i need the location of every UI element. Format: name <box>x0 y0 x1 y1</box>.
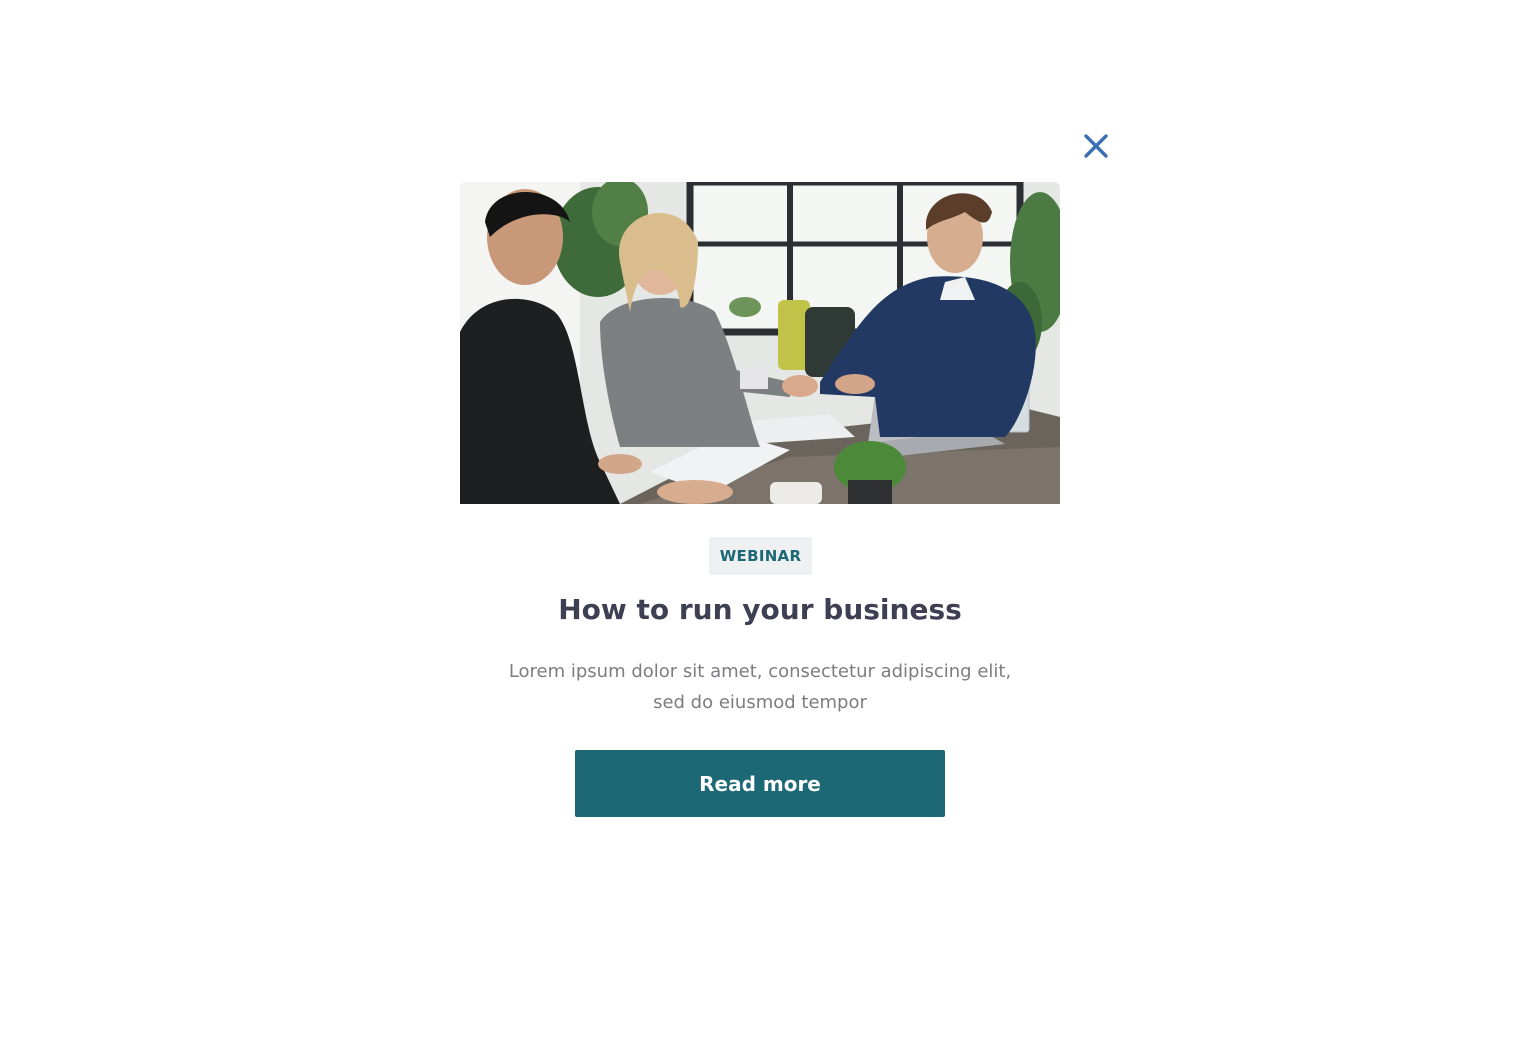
card-description: Lorem ipsum dolor sit amet, consectetur … <box>508 661 1012 713</box>
meeting-photo <box>460 182 1060 504</box>
read-more-button[interactable]: Read more <box>575 750 945 817</box>
card-title: How to run your business <box>558 593 962 626</box>
promo-card: WEBINAR How to run your business Lorem i… <box>460 182 1060 858</box>
close-button[interactable] <box>1078 128 1114 164</box>
category-badge: WEBINAR <box>709 537 812 575</box>
page: WEBINAR How to run your business Lorem i… <box>0 0 1520 1040</box>
close-icon <box>1084 134 1108 158</box>
hero-image <box>460 182 1060 504</box>
